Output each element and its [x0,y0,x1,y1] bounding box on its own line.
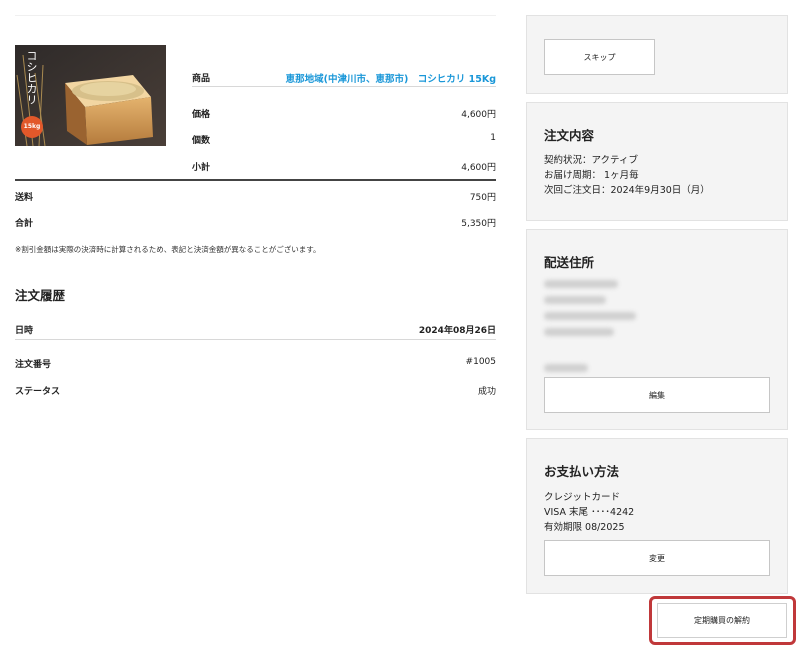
status-row: ステータス 成功 [15,384,496,398]
shipping-address-panel: 配送住所 編集 [526,229,788,430]
product-label: 商品 [192,74,211,84]
subtotal-value: 4,600円 [461,163,496,173]
skip-panel: スキップ [526,15,788,94]
product-section: コシヒカリ 15kg 商品 恵那地域(中津川市、恵那市) コシヒカリ 15Kg … [15,45,496,175]
order-number-value: #1005 [465,357,496,367]
delivery-cycle: お届け周期： 1ヶ月毎 [544,170,639,181]
payment-method-title: お支払い方法 [544,464,620,479]
cancel-highlight: 定期購買の解約 [649,596,796,645]
order-history-title: 注文履歴 [15,288,66,303]
payment-method-panel: お支払い方法 クレジットカード VISA 末尾 ････4242 有効期限 08… [526,438,788,594]
price-value: 4,600円 [461,110,496,120]
total-label: 合計 [15,219,34,229]
shipping-fee-value: 750円 [469,193,496,203]
product-image-badge: 15kg [23,123,41,130]
payment-type: クレジットカード [544,492,621,503]
edit-address-button[interactable]: 編集 [544,377,770,413]
payment-info: クレジットカード VISA 末尾 ････4242 有効期限 08/2025 [544,490,634,535]
order-contents-panel: 注文内容 契約状況：アクティブ お届け周期： 1ヶ月毎 次回ご注文日：2024年… [526,102,788,221]
next-order-date: 次回ご注文日：2024年9月30日（月） [544,185,710,196]
total-value: 5,350円 [461,219,496,229]
shipping-fee-label: 送料 [15,193,34,203]
status-label: ステータス [15,387,61,397]
order-contents-title: 注文内容 [544,128,595,143]
summary-divider [15,179,496,181]
product-name-link[interactable]: 恵那地域(中津川市、恵那市) コシヒカリ 15Kg [286,71,496,85]
change-payment-button[interactable]: 変更 [544,540,770,576]
order-number-label: 注文番号 [15,360,52,370]
history-divider [15,339,496,340]
total-row: 合計 5,350円 [15,216,496,230]
redacted-line [544,328,614,336]
history-date-value: 2024年08月26日 [418,326,496,336]
redacted-line [544,364,588,372]
shipping-fee-row: 送料 750円 [15,190,496,204]
history-date-label: 日時 [15,326,34,336]
redacted-line [544,280,618,288]
discount-notice: ※割引金額は実際の決済時に計算されるため、表記と決済金額が異なることがございます… [15,245,321,254]
product-row: 商品 恵那地域(中津川市、恵那市) コシヒカリ 15Kg [192,71,496,87]
shipping-address-title: 配送住所 [544,255,595,270]
status-value: 成功 [477,387,496,397]
price-label: 価格 [192,110,211,120]
subtotal-label: 小計 [192,163,211,173]
quantity-value: 1 [490,133,496,143]
redacted-address [544,280,636,380]
card-expiry: 有効期限 08/2025 [544,522,625,533]
redacted-line [544,312,636,320]
card-number: VISA 末尾 ････4242 [544,507,635,518]
top-divider [15,15,496,16]
skip-button[interactable]: スキップ [544,39,655,75]
quantity-label: 個数 [192,136,211,146]
history-date-row: 日時 2024年08月26日 [15,323,496,337]
product-image-label: コシヒカリ [25,50,38,105]
cancel-subscription-button[interactable]: 定期購買の解約 [657,603,787,638]
redacted-line [544,296,606,304]
order-number-row: 注文番号 #1005 [15,357,496,371]
product-image: コシヒカリ 15kg [15,45,166,146]
contract-status: 契約状況：アクティブ [544,155,638,166]
order-contents-info: 契約状況：アクティブ お届け周期： 1ヶ月毎 次回ご注文日：2024年9月30日… [544,153,710,198]
